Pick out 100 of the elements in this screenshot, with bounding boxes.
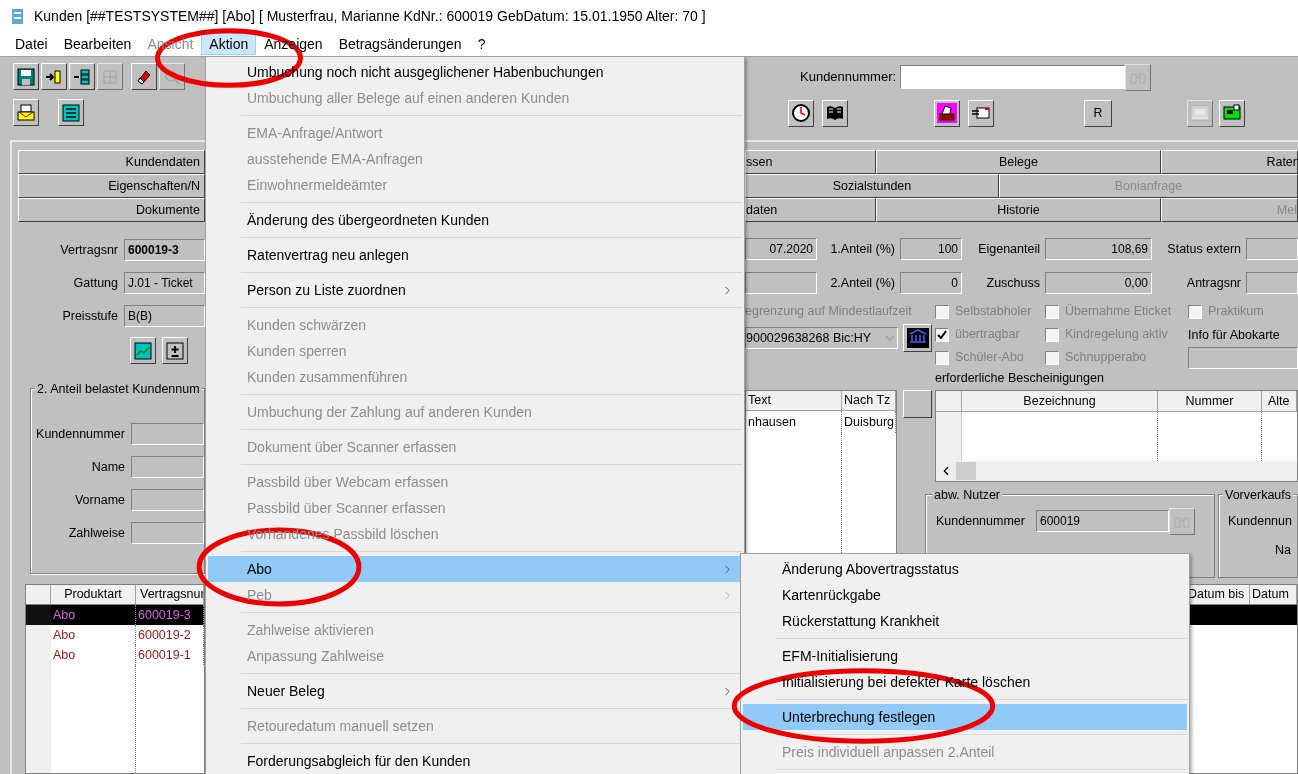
field-label: Vorname — [73, 491, 126, 509]
column-header[interactable]: Bezeichnung — [962, 391, 1158, 411]
menu-bar-item[interactable]: Bearbeiten — [55, 33, 140, 55]
menu-bar-item[interactable]: Aktion — [201, 33, 257, 55]
menu-item[interactable]: Neuer Beleg — [208, 678, 742, 704]
lookup-button[interactable] — [1169, 507, 1195, 535]
tab[interactable]: Eigenschaften/N — [18, 174, 205, 198]
text-field[interactable]: 600019-3 — [124, 239, 205, 261]
plus-minus-button[interactable] — [162, 337, 188, 364]
checkbox-label: Kindregelung aktiv — [1065, 326, 1168, 344]
tree-button[interactable] — [69, 63, 95, 90]
menu-item[interactable]: Unterbrechung festlegen — [743, 704, 1187, 730]
field-label: Name — [90, 458, 126, 476]
text-field[interactable]: 600019 — [1036, 510, 1169, 532]
r-button[interactable]: R — [1084, 99, 1112, 127]
field-label: egrenzung auf Mindestlaufzeit — [745, 303, 913, 321]
card-button[interactable] — [968, 99, 994, 127]
text-field[interactable] — [1246, 238, 1298, 260]
device-button[interactable] — [1219, 99, 1245, 127]
field-label: Zahlweise — [67, 524, 126, 542]
open-book-icon — [825, 104, 845, 122]
text-field[interactable]: B(B) — [124, 305, 205, 327]
menu-item[interactable]: Kartenrückgabe — [743, 582, 1187, 608]
bank-dropdown[interactable]: 900029638268 Bic:HY — [745, 327, 898, 349]
app-icon — [10, 6, 26, 27]
text-field[interactable]: J.01 - Ticket — [124, 272, 205, 294]
field-label: Kundennummer — [936, 512, 1026, 530]
menu-bar-item[interactable]: ? — [469, 33, 494, 55]
column-header[interactable]: Text — [746, 391, 842, 410]
checkbox-label: Praktikum — [1208, 303, 1264, 321]
section-title: erforderliche Bescheinigungen — [935, 370, 1105, 387]
search-icon — [163, 67, 181, 86]
menu-bar-item[interactable]: Datei — [7, 33, 56, 55]
tab[interactable]: Historie — [876, 198, 1161, 222]
text-field[interactable] — [745, 272, 817, 294]
tab[interactable]: ssen — [745, 150, 876, 174]
tab[interactable]: Belege — [876, 150, 1161, 174]
field-label: Status extern — [1166, 240, 1242, 258]
table-row[interactable]: Abo 600019-1 — [26, 645, 204, 665]
tab[interactable]: Kundendaten — [18, 150, 205, 174]
text-field[interactable]: 0,00 — [1045, 272, 1152, 294]
menu-item[interactable]: Änderung Abovertragsstatus — [743, 556, 1187, 582]
book-button[interactable] — [822, 99, 848, 127]
text-field[interactable] — [1188, 347, 1298, 369]
tab[interactable]: Dokumente — [18, 198, 205, 222]
lookup-button[interactable] — [1125, 63, 1151, 91]
column-header[interactable]: Alte — [1262, 391, 1297, 411]
column-header[interactable]: Nach Tz — [842, 391, 896, 410]
bank-button[interactable] — [903, 324, 932, 352]
plus-minus-icon — [166, 341, 184, 360]
nm-button[interactable] — [1187, 99, 1213, 127]
tab[interactable]: Sozialstunden — [745, 174, 999, 198]
window-icon — [1190, 104, 1210, 122]
text-field[interactable]: 108,69 — [1045, 238, 1152, 260]
tab[interactable]: daten — [745, 198, 876, 222]
card-icon — [971, 104, 991, 122]
side-button[interactable] — [903, 390, 932, 418]
text-field[interactable] — [1246, 272, 1298, 294]
column-header[interactable]: Datum — [1250, 585, 1297, 604]
text-field[interactable] — [131, 522, 204, 544]
menu-item[interactable]: EFM-Initialisierung — [743, 643, 1187, 669]
table-cell: nhausen — [746, 411, 842, 433]
table-row[interactable]: Abo 600019-2 — [26, 625, 204, 645]
list-button[interactable] — [58, 99, 84, 126]
menu-item[interactable]: Abo — [208, 556, 742, 582]
line-chart-icon — [134, 341, 152, 360]
text-field[interactable]: 07.2020 — [745, 238, 817, 260]
text-field[interactable]: 0 — [900, 272, 962, 294]
menu-item[interactable]: Änderung des übergeordneten Kunden — [208, 207, 742, 233]
text-field[interactable] — [131, 456, 204, 478]
machine-button[interactable] — [934, 99, 960, 127]
search-button[interactable] — [159, 63, 185, 90]
clock-button[interactable] — [788, 99, 814, 127]
field-label: Kundennummer: — [800, 68, 898, 87]
horizontal-scrollbar[interactable] — [936, 461, 1297, 481]
menu-item[interactable]: Forderungsabgleich für den Kunden — [208, 748, 742, 774]
text-field[interactable] — [131, 489, 204, 511]
table-row[interactable]: Abo 600019-3 — [26, 605, 204, 625]
field-label: Info für Abokarte — [1188, 326, 1281, 344]
column-header[interactable]: Nummer — [1158, 391, 1262, 411]
save-button[interactable] — [13, 63, 39, 90]
checkbox-label: übertragbar — [955, 326, 1020, 344]
text-field[interactable]: 100 — [900, 238, 962, 260]
column-header[interactable]: Produktart — [51, 585, 136, 604]
chart-button[interactable] — [130, 337, 156, 364]
menu-item[interactable]: Person zu Liste zuordnen — [208, 277, 742, 303]
tab[interactable]: Rater — [1161, 150, 1298, 174]
field-label: 2.Anteil (%) — [829, 274, 896, 292]
eraser-button[interactable] — [131, 63, 157, 90]
scroll-thumb[interactable] — [956, 462, 976, 480]
import-button[interactable] — [41, 63, 67, 90]
menu-item[interactable]: Ratenvertrag neu anlegen — [208, 242, 742, 268]
list-icon — [62, 103, 80, 122]
text-field[interactable] — [131, 423, 204, 445]
field-label: 1.Anteil (%) — [829, 240, 896, 258]
table-cell: Abo — [51, 645, 136, 665]
menu-item[interactable]: Rückerstattung Krankheit — [743, 608, 1187, 634]
customer-number-input[interactable] — [900, 65, 1125, 89]
print-button[interactable] — [13, 99, 39, 126]
menu-bar-item[interactable]: Betragsänderungen — [330, 33, 470, 55]
